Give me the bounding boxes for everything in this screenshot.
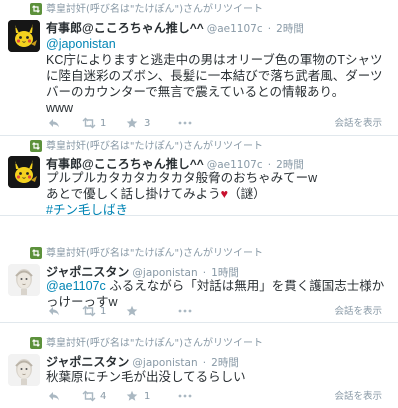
tweet-actions: 1 3 会話を表示 — [46, 117, 392, 131]
view-conversation-link[interactable]: 会話を表示 — [334, 305, 382, 319]
retweet-icon[interactable] — [82, 117, 96, 131]
tweet-text: 秋葉原にチン毛が出没してるらしい — [46, 369, 392, 385]
reply-icon[interactable] — [48, 117, 60, 131]
star-icon[interactable] — [126, 117, 138, 131]
retweet-context-text: 尊皇討奸(呼び名は"たけぽん")さんがリツイート — [46, 248, 264, 259]
avatar[interactable] — [8, 156, 40, 188]
star-icon[interactable] — [126, 390, 138, 404]
mention-link[interactable]: @ae1107c — [46, 279, 106, 293]
retweet-count[interactable]: 1 — [100, 305, 106, 319]
retweet-count[interactable]: 1 — [100, 117, 106, 131]
user-handle[interactable]: @japonistan — [132, 357, 197, 369]
separator-dot: · — [202, 357, 207, 369]
tweet[interactable]: 尊皇討奸(呼び名は"たけぽん")さんがリツイート 有事郎@こころちゃん推し^^ @… — [0, 136, 398, 218]
retweet-icon — [30, 140, 42, 152]
tweet-text: プルプルカタカタカタカタ般脅のおちゃみてーw あとで優しく話し掛けてみよう♥（謎… — [46, 170, 392, 218]
heart-icon: ♥ — [220, 187, 229, 201]
retweet-context-text: 尊皇討奸(呼び名は"たけぽん")さんがリツイート — [46, 338, 264, 349]
avatar[interactable] — [8, 264, 40, 296]
timestamp[interactable]: 2時間 — [211, 357, 239, 369]
avatar[interactable] — [8, 354, 40, 386]
tweet-header: ジャポニスタン @japonistan · 2時間 — [46, 353, 239, 369]
retweet-icon — [30, 247, 42, 259]
mention-link[interactable]: @japonistan — [46, 37, 116, 51]
tweet-header: 有事郎@こころちゃん推し^^ @ae1107c · 2時間 — [46, 19, 304, 35]
more-icon[interactable] — [178, 305, 192, 319]
star-icon[interactable] — [126, 305, 138, 319]
tweet[interactable]: 尊皇討奸(呼び名は"たけぽん")さんがリツイート ジャポニスタン @japonis… — [0, 216, 398, 323]
tweet-actions: 1 会話を表示 — [46, 305, 392, 319]
retweet-icon — [30, 337, 42, 349]
tweet-text-line: （謎） — [228, 187, 266, 201]
tweet-header: ジャポニスタン @japonistan · 1時間 — [46, 263, 239, 279]
user-handle[interactable]: @ae1107c — [207, 23, 263, 35]
retweet-context-text: 尊皇討奸(呼び名は"たけぽん")さんがリツイート — [46, 141, 264, 152]
reply-icon[interactable] — [48, 305, 60, 319]
favorite-count[interactable]: 3 — [144, 117, 150, 131]
retweet-icon[interactable] — [82, 305, 96, 319]
view-conversation-link[interactable]: 会話を表示 — [334, 390, 382, 404]
retweet-icon[interactable] — [82, 390, 96, 404]
tweet-header: 有事郎@こころちゃん推し^^ @ae1107c · 2時間 — [46, 155, 304, 171]
timestamp[interactable]: 2時間 — [276, 23, 304, 35]
more-icon[interactable] — [178, 117, 192, 131]
tweet[interactable]: 尊皇討奸(呼び名は"たけぽん")さんがリツイート ジャポニスタン @japonis… — [0, 323, 398, 408]
tweet-actions: 4 1 会話を表示 — [46, 390, 392, 404]
user-name[interactable]: ジャポニスタン — [46, 265, 129, 279]
tweet-text-tail: www — [46, 101, 74, 115]
hashtag-link[interactable]: #チン毛しばき — [46, 203, 128, 217]
user-name[interactable]: ジャポニスタン — [46, 355, 129, 369]
user-name[interactable]: 有事郎@こころちゃん推し^^ — [46, 157, 204, 171]
tweet[interactable]: 尊皇討奸(呼び名は"たけぽん")さんがリツイート 有事郎@こころちゃん推し^^ @… — [0, 0, 398, 136]
user-name[interactable]: 有事郎@こころちゃん推し^^ — [46, 21, 204, 35]
retweet-context-text: 尊皇討奸(呼び名は"たけぽん")さんがリツイート — [46, 4, 264, 15]
more-icon[interactable] — [178, 390, 192, 404]
favorite-count[interactable]: 1 — [144, 390, 150, 404]
retweet-icon — [30, 3, 42, 15]
separator-dot: · — [267, 23, 272, 35]
tweet-text-line: プルプルカタカタカタカタ般脅のおちゃみてーw — [46, 171, 318, 185]
view-conversation-link[interactable]: 会話を表示 — [334, 117, 382, 131]
tweet-text: @japonistan KC庁によりますと逃走中の男はオリーブ色の軍物のTシャツ… — [46, 36, 392, 116]
timeline: 尊皇討奸(呼び名は"たけぽん")さんがリツイート 有事郎@こころちゃん推し^^ @… — [0, 0, 398, 408]
avatar[interactable] — [8, 20, 40, 52]
tweet-text-main: 秋葉原にチン毛が出没してるらしい — [46, 370, 246, 384]
tweet-text-main: KC庁によりますと逃走中の男はオリーブ色の軍物のTシャツに陸自迷彩のズボン、長髪… — [46, 53, 383, 99]
reply-icon[interactable] — [48, 390, 60, 404]
tweet-text-line: あとで優しく話し掛けてみよう — [46, 187, 221, 201]
retweet-count[interactable]: 4 — [100, 390, 106, 404]
